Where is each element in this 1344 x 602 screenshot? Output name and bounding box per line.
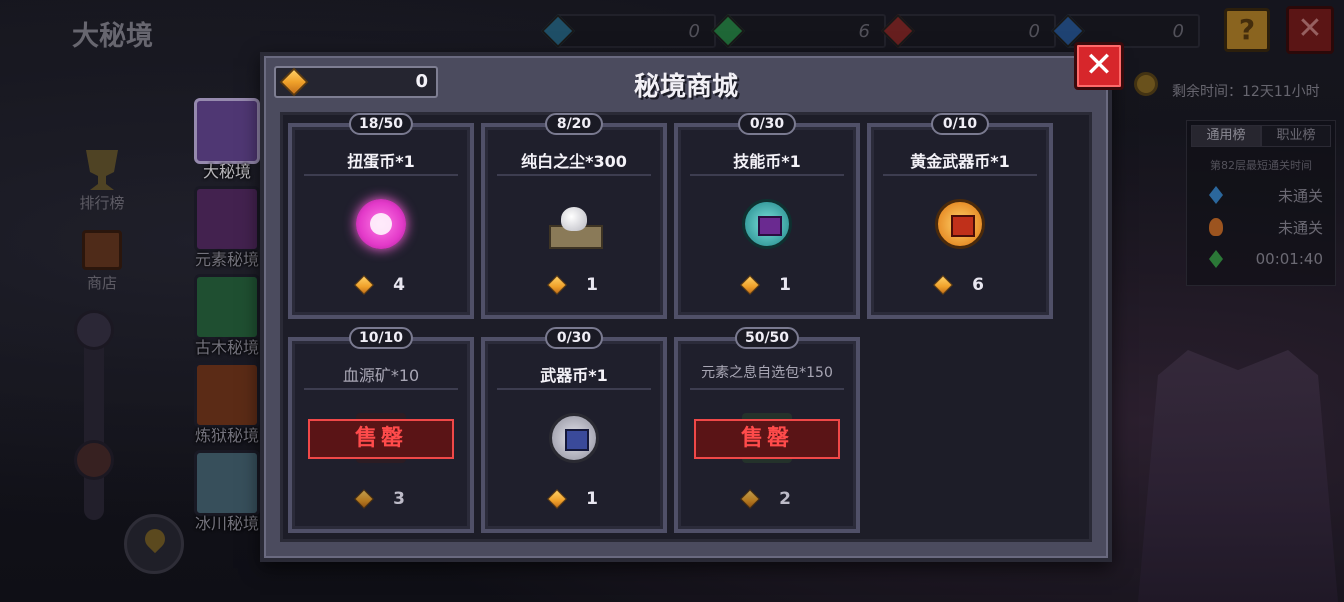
- shop-item-card[interactable]: 0/10 黄金武器币*1 6: [867, 113, 1053, 319]
- divider: [883, 174, 1037, 176]
- white-dust-icon: [549, 199, 603, 249]
- item-name: 纯白之尘*300: [521, 152, 627, 171]
- stock-badge: 0/10: [931, 113, 989, 135]
- item-name: 血源矿*10: [342, 366, 420, 385]
- divider: [304, 388, 458, 390]
- stock-badge: 0/30: [545, 327, 603, 349]
- sold-out-badge: 售罄: [694, 419, 840, 459]
- close-button[interactable]: ✕: [1074, 42, 1124, 90]
- item-price: 6: [871, 275, 1049, 295]
- shop-item-card[interactable]: 50/50 元素之息自选包*150 售罄 2: [674, 327, 860, 533]
- stock-badge: 50/50: [734, 327, 800, 349]
- divider: [304, 174, 458, 176]
- stock-badge: 18/50: [348, 113, 414, 135]
- item-price: 1: [485, 275, 663, 295]
- modal-title: 秘境商城: [633, 72, 738, 102]
- item-price: 1: [485, 489, 663, 509]
- item-price: 2: [678, 489, 856, 509]
- item-name: 技能币*1: [733, 152, 801, 171]
- shop-item-card[interactable]: 0/30 技能币*1 1: [674, 113, 860, 319]
- item-price: 4: [292, 275, 470, 295]
- weapon-coin-icon: [549, 413, 599, 463]
- gold-gem-icon: [547, 275, 567, 295]
- realm-shop-modal: 0 秘境商城 ✕ 18/50 扭蛋币*1 4 8/20 纯白之尘*300 1 0…: [260, 42, 1124, 562]
- divider: [497, 174, 651, 176]
- skill-coin-icon: [742, 199, 792, 249]
- stock-badge: 8/20: [545, 113, 603, 135]
- divider: [497, 388, 651, 390]
- gold-gem-icon: [354, 275, 374, 295]
- item-name: 元素之息自选包*150: [701, 365, 833, 381]
- shop-item-card[interactable]: 8/20 纯白之尘*300 1: [481, 113, 667, 319]
- gold-gem-icon: [740, 489, 760, 509]
- item-price: 3: [292, 489, 470, 509]
- gold-gem-icon: [354, 489, 374, 509]
- shop-item-card[interactable]: 10/10 血源矿*10 售罄 3: [288, 327, 474, 533]
- gold-gem-icon: [933, 275, 953, 295]
- shop-grid: 18/50 扭蛋币*1 4 8/20 纯白之尘*300 1 0/30 技能币*1: [280, 112, 1092, 542]
- item-name: 扭蛋币*1: [347, 152, 415, 171]
- divider: [690, 174, 844, 176]
- stock-badge: 10/10: [348, 327, 414, 349]
- divider: [690, 388, 844, 390]
- shop-item-card[interactable]: 18/50 扭蛋币*1 4: [288, 113, 474, 319]
- item-name: 黄金武器币*1: [910, 152, 1010, 171]
- gold-gem-icon: [547, 489, 567, 509]
- shop-item-card[interactable]: 0/30 武器币*1 1: [481, 327, 667, 533]
- sold-out-badge: 售罄: [308, 419, 454, 459]
- item-name: 武器币*1: [540, 366, 608, 385]
- item-price: 1: [678, 275, 856, 295]
- gacha-coin-icon: [356, 199, 406, 249]
- gold-gem-icon: [740, 275, 760, 295]
- stock-badge: 0/30: [738, 113, 796, 135]
- gold-weapon-coin-icon: [935, 199, 985, 249]
